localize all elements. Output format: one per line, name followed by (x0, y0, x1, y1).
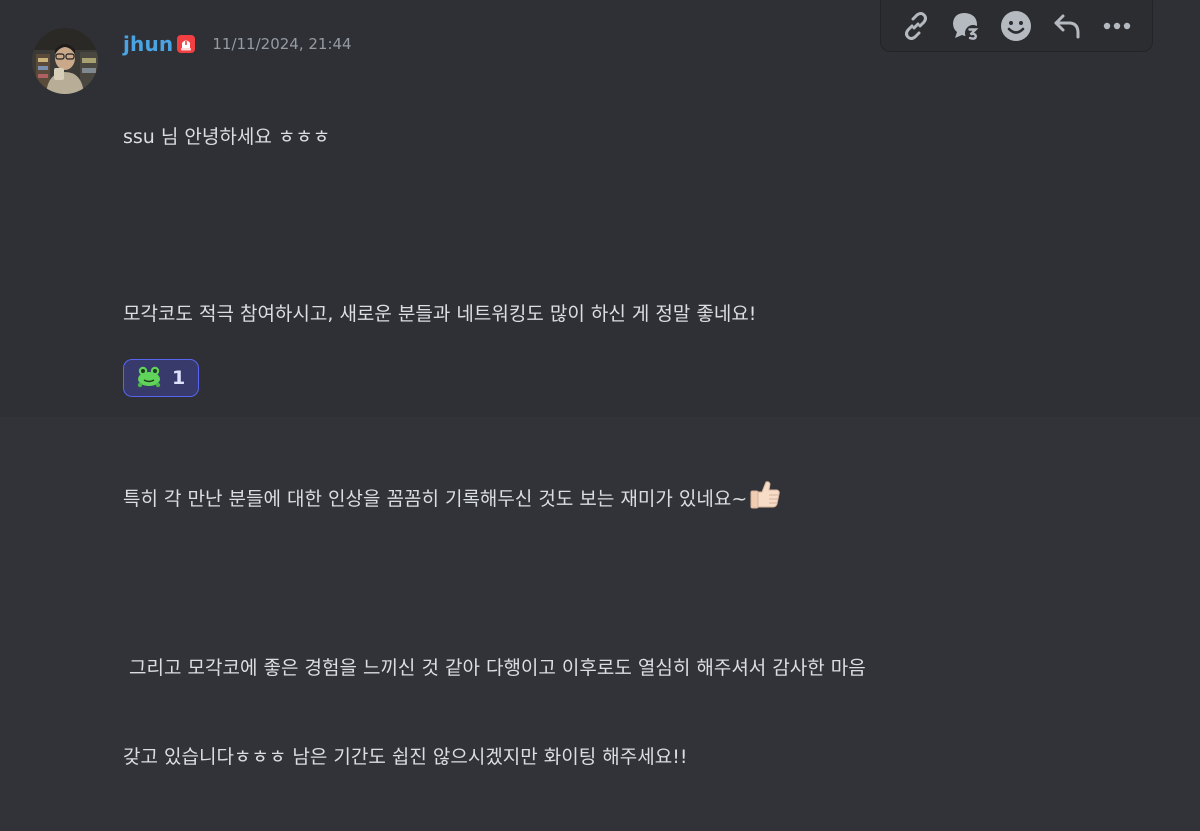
message-line: 특히 각 만난 분들에 대한 인상을 꼼꼼히 기록해두신 것도 보는 재미가 있… (123, 488, 748, 510)
add-reaction-icon[interactable] (994, 4, 1038, 48)
message-line: 그리고 모각코에 좋은 경험을 느끼신 것 같아 다행이고 이후로도 열심히 해… (123, 657, 866, 679)
reaction-button[interactable]: 1 (123, 359, 199, 397)
message-line: 모각코도 적극 참여하시고, 새로운 분들과 네트워킹도 많이 하신 게 정말 … (123, 303, 757, 325)
username[interactable]: jhun (123, 32, 173, 56)
reaction-count: 1 (172, 367, 186, 389)
thumbs-up-icon (748, 477, 782, 521)
message-line (123, 389, 1123, 419)
message-line: 갖고 있습니다ㅎㅎㅎ 남은 기간도 쉽진 않으시겠지만 화이팅 해주세요!! (123, 745, 688, 768)
siren-icon (176, 34, 196, 54)
reply-icon[interactable] (1045, 4, 1089, 48)
message-timestamp[interactable]: 11/11/2024, 21:44 (212, 35, 351, 53)
message-line (123, 212, 1123, 242)
message-line-with-emoji: 특히 각 만난 분들에 대한 인상을 꼼꼼히 기록해두신 것도 보는 재미가 있… (123, 477, 1123, 510)
message-action-toolbar (880, 0, 1153, 52)
message-content: ssu 님 안녕하세요 ㅎㅎㅎ 모각코도 적극 참여하시고, 새로운 분들과 네… (123, 64, 1123, 831)
thread-reply-icon[interactable] (944, 4, 988, 48)
frog-emoji-icon (136, 364, 162, 392)
avatar[interactable] (32, 28, 98, 94)
more-icon[interactable] (1095, 4, 1139, 48)
message-header: jhun 11/11/2024, 21:44 (123, 30, 352, 58)
chat-message: jhun 11/11/2024, 21:44 ssu 님 안녕하세요 ㅎㅎㅎ 모… (0, 0, 1200, 768)
message-line (123, 566, 1123, 596)
message-line: ssu 님 안녕하세요 ㅎㅎㅎ (123, 126, 331, 148)
link-icon[interactable] (894, 4, 938, 48)
